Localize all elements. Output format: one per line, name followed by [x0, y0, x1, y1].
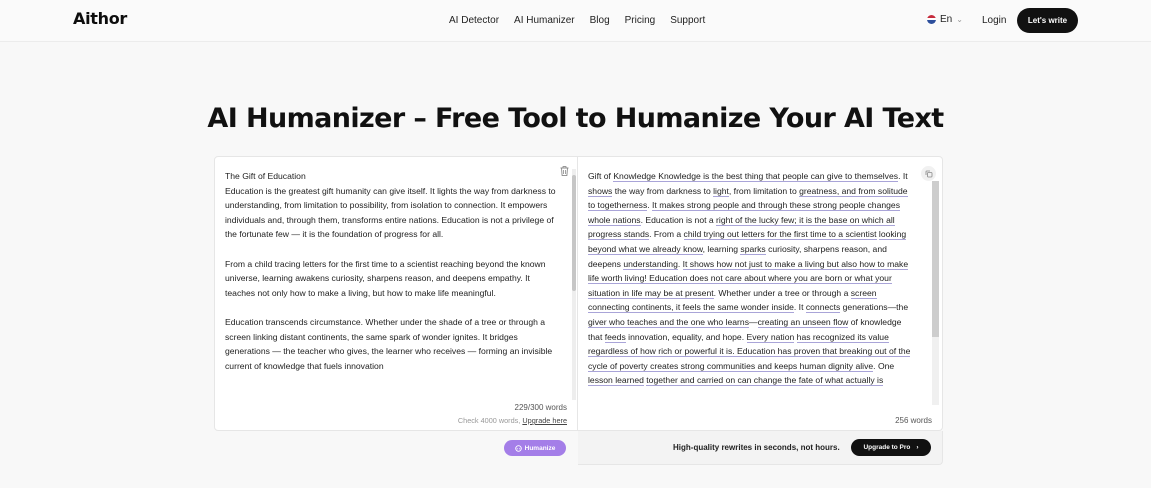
rewritten-segment[interactable]: sparks: [740, 243, 766, 255]
rewritten-segment[interactable]: creating an unseen flow: [757, 316, 849, 328]
nav-ai-humanizer[interactable]: AI Humanizer: [514, 15, 575, 26]
rewritten-segment[interactable]: giver who teaches and the one who learns: [588, 316, 749, 328]
text-segment: generations—the: [840, 302, 909, 313]
promo-text: High-quality rewrites in seconds, not ho…: [673, 443, 840, 452]
flag-icon: [927, 15, 936, 24]
nav-blog[interactable]: Blog: [590, 15, 610, 26]
rewritten-segment[interactable]: understanding: [623, 258, 678, 270]
text-segment: Gift of: [588, 171, 614, 181]
output-word-count: 256 words: [895, 416, 932, 425]
text-segment: —: [749, 316, 758, 327]
input-panel: The Gift of Education Education is the g…: [214, 156, 578, 431]
top-navbar: Aithor AI Detector AI Humanizer Blog Pri…: [0, 0, 1151, 42]
logo[interactable]: Aithor: [73, 9, 127, 28]
input-word-count: 229/300 words: [514, 403, 567, 412]
upgrade-to-pro-label: Upgrade to Pro: [863, 444, 911, 451]
text-segment: . It: [793, 302, 806, 313]
rewritten-segment[interactable]: light: [713, 185, 729, 197]
humanize-icon: [514, 444, 522, 452]
text-segment: . Whether under a tree or through a: [713, 287, 851, 298]
output-text: Gift of Knowledge Knowledge is the best …: [588, 169, 915, 414]
language-label: En: [940, 14, 953, 25]
nav-support[interactable]: Support: [670, 15, 705, 26]
input-fade: [225, 379, 558, 401]
nav-pricing[interactable]: Pricing: [625, 15, 656, 26]
rewritten-segment[interactable]: Every nation: [746, 331, 795, 343]
limit-note-text: Check 4000 words,: [457, 416, 521, 425]
nav-ai-detector[interactable]: AI Detector: [449, 15, 499, 26]
input-scrollbar[interactable]: [570, 161, 577, 404]
humanize-label: Humanize: [524, 444, 556, 452]
text-segment: , from limitation to: [728, 185, 800, 196]
text-segment: . One: [873, 360, 895, 371]
rewritten-segment[interactable]: child trying out letters for the first t…: [683, 229, 877, 241]
text-segment: .: [677, 258, 683, 269]
upgrade-here-link[interactable]: Upgrade here: [522, 416, 567, 425]
copy-icon[interactable]: [921, 166, 936, 181]
rewritten-segment[interactable]: Knowledge Knowledge is the best thing th…: [613, 171, 899, 182]
text-segment: the way from darkness to: [612, 185, 714, 196]
rewritten-segment[interactable]: shows: [588, 185, 613, 197]
login-link[interactable]: Login: [982, 15, 1006, 26]
chevron-right-icon: ›: [916, 444, 919, 451]
language-selector[interactable]: En ⌄: [927, 14, 963, 25]
rewritten-segment[interactable]: feeds: [604, 331, 626, 343]
text-segment: . Education is not a: [640, 214, 717, 225]
output-scrollbar[interactable]: [931, 181, 940, 407]
copy-glyph: [925, 170, 932, 177]
rewritten-segment[interactable]: lesson learned: [588, 375, 644, 387]
scrollbar-thumb[interactable]: [932, 181, 939, 337]
output-panel: Gift of Knowledge Knowledge is the best …: [578, 156, 943, 431]
lets-write-button[interactable]: Let's write: [1017, 8, 1078, 33]
rewritten-segment[interactable]: connects: [805, 302, 841, 314]
text-segment: . It: [898, 171, 908, 181]
scrollbar-thumb[interactable]: [572, 175, 576, 291]
output-fade: [588, 392, 915, 412]
word-limit-note: Check 4000 words, Upgrade here: [458, 416, 567, 425]
text-segment: innovation, equality, and hope.: [625, 331, 747, 342]
trash-icon[interactable]: [559, 165, 570, 177]
main-nav: AI Detector AI Humanizer Blog Pricing Su…: [449, 15, 705, 26]
input-textarea[interactable]: The Gift of Education Education is the g…: [225, 169, 558, 397]
upgrade-to-pro-button[interactable]: Upgrade to Pro ›: [851, 439, 931, 456]
page-title: AI Humanizer – Free Tool to Humanize You…: [207, 103, 944, 134]
upgrade-promo-bar: High-quality rewrites in seconds, not ho…: [578, 431, 943, 465]
chevron-down-icon: ⌄: [956, 15, 963, 24]
humanize-button[interactable]: Humanize: [504, 440, 566, 456]
rewritten-segment[interactable]: together and carried on can change the f…: [646, 375, 884, 387]
text-segment: , learning: [702, 243, 741, 254]
text-segment: . From a: [649, 229, 684, 240]
